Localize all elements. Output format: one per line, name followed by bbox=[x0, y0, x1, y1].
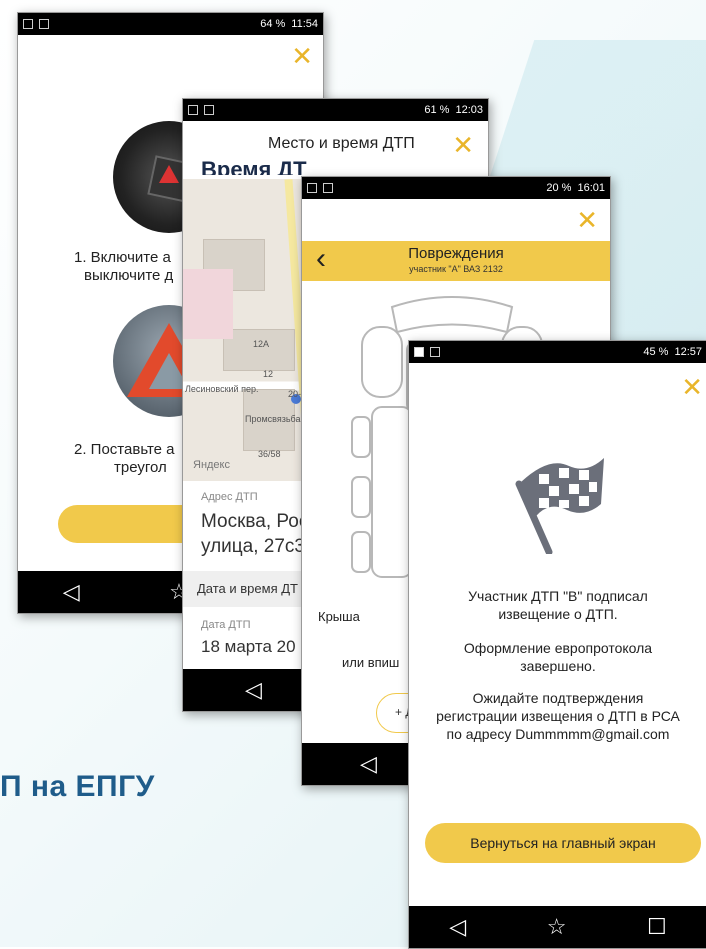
close-icon[interactable]: ✕ bbox=[291, 43, 313, 69]
back-icon[interactable]: ◁ bbox=[63, 579, 80, 605]
notification-icon bbox=[430, 347, 440, 357]
map-label: Промсвязьбанк bbox=[245, 414, 310, 424]
status-bar: 45 % 12:57 bbox=[409, 341, 706, 363]
phone-screen-complete: 45 % 12:57 ✕ Участник ДТП "В" подписал из… bbox=[408, 340, 706, 949]
status-bar: 64 % 11:54 bbox=[18, 13, 323, 35]
battery-level: 45 % bbox=[643, 346, 669, 358]
calendar-icon bbox=[23, 19, 33, 29]
status-time: 16:01 bbox=[577, 182, 605, 194]
home-icon[interactable]: ☆ bbox=[547, 914, 567, 940]
roof-label: Крыша bbox=[318, 609, 360, 624]
date-label: Дата ДТП bbox=[201, 619, 251, 631]
status-bar: 20 % 16:01 bbox=[302, 177, 610, 199]
damage-title: Повреждения bbox=[408, 245, 504, 262]
android-nav-bar: ◁ ☆ ☐ bbox=[409, 906, 706, 948]
status-bar: 61 % 12:03 bbox=[183, 99, 488, 121]
wait-message: Ожидайте подтверждения регистрации извеще… bbox=[436, 690, 680, 742]
slide-title: П на ЕПГУ bbox=[0, 770, 155, 803]
map-label: 36/58 bbox=[258, 449, 281, 459]
status-time: 11:54 bbox=[291, 18, 318, 30]
messenger-icon bbox=[307, 183, 317, 193]
close-icon[interactable]: ✕ bbox=[452, 132, 474, 158]
close-icon[interactable]: ✕ bbox=[576, 207, 598, 233]
close-icon[interactable]: ✕ bbox=[681, 374, 703, 400]
image-icon bbox=[204, 105, 214, 115]
status-time: 12:03 bbox=[455, 104, 483, 116]
screen-header-title: Место и время ДТП bbox=[268, 135, 415, 152]
address-value[interactable]: Москва, Рос улица, 27с3 bbox=[201, 509, 308, 559]
back-icon[interactable]: ◁ bbox=[245, 677, 262, 703]
battery-level: 20 % bbox=[546, 182, 572, 194]
partial-heading: Время ДТ bbox=[201, 157, 307, 175]
map-label: 12А bbox=[253, 339, 270, 349]
completed-message: Оформление европротокола завершено. bbox=[463, 640, 653, 674]
notification-icon bbox=[39, 19, 49, 29]
map-label: Яндекс bbox=[193, 459, 230, 471]
back-icon[interactable]: ◁ bbox=[449, 914, 466, 940]
battery-level: 61 % bbox=[424, 104, 450, 116]
damage-header: ‹ Повреждения участник "А" ВАЗ 2132 bbox=[302, 241, 610, 281]
signed-message: Участник ДТП "В" подписал извещение о ДТП… bbox=[468, 588, 648, 622]
recent-apps-icon[interactable]: ☐ bbox=[647, 914, 667, 940]
checkered-flag-icon bbox=[509, 444, 609, 556]
return-home-button[interactable]: Вернуться на главный экран bbox=[425, 823, 701, 863]
map-label: 12 bbox=[263, 369, 274, 379]
partial-instruction: или впиш bbox=[342, 655, 400, 670]
date-value[interactable]: 18 марта 20 bbox=[201, 637, 296, 657]
damage-subtitle: участник "А" ВАЗ 2132 bbox=[409, 264, 503, 274]
notification-icon bbox=[188, 105, 198, 115]
status-time: 12:57 bbox=[674, 346, 702, 358]
map-label: Лесиновский пер. bbox=[185, 384, 259, 394]
back-icon[interactable]: ◁ bbox=[360, 751, 377, 777]
facebook-icon bbox=[414, 347, 424, 357]
mail-icon bbox=[323, 183, 333, 193]
battery-level: 64 % bbox=[260, 18, 286, 30]
address-label: Адрес ДТП bbox=[201, 491, 258, 503]
